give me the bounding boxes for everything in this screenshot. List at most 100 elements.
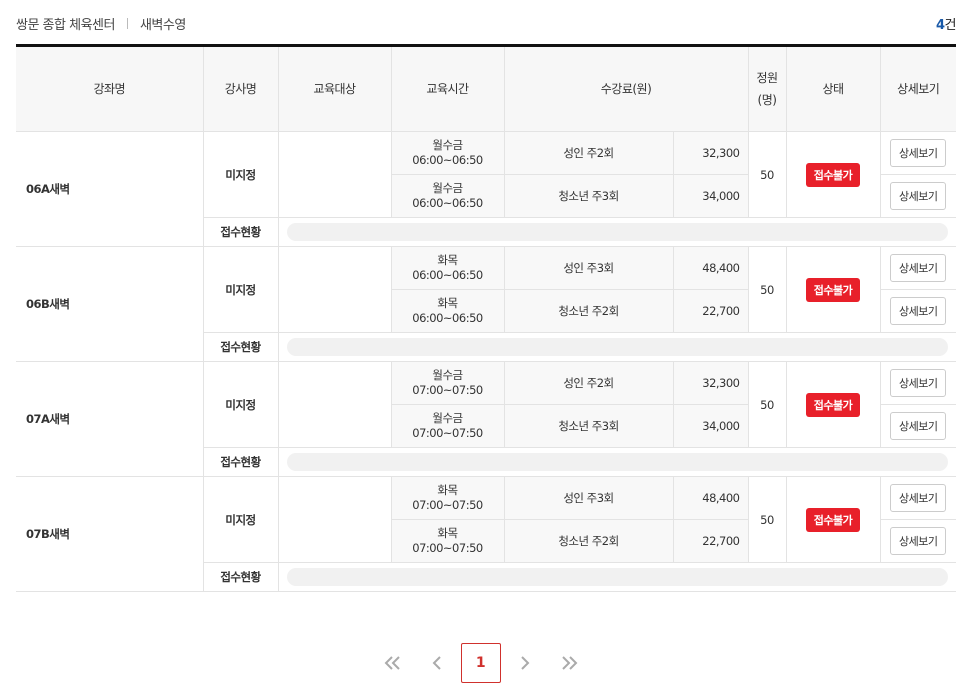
chevron-left-icon[interactable] <box>417 643 457 683</box>
schedule-days: 월수금 <box>432 411 463 425</box>
detail-button[interactable]: 상세보기 <box>890 412 947 440</box>
progress-bar <box>286 453 948 471</box>
detail-button[interactable]: 상세보기 <box>890 297 947 325</box>
fee-amount: 32,300 <box>672 131 748 175</box>
progress-bar <box>286 568 948 586</box>
schedule-time: 07:00~07:50 <box>412 498 483 512</box>
detail-button[interactable]: 상세보기 <box>890 527 947 555</box>
schedule-time: 07:00~07:50 <box>412 383 483 397</box>
schedule-days: 화목 <box>437 296 458 310</box>
detail-cell: 상세보기 <box>879 289 956 333</box>
schedule-time: 07:00~07:50 <box>412 541 483 555</box>
fee-name: 청소년 주3회 <box>503 404 673 448</box>
detail-button[interactable]: 상세보기 <box>890 369 947 397</box>
fee-name: 청소년 주2회 <box>503 519 673 563</box>
fee-amount: 34,000 <box>672 404 748 448</box>
result-count: 4건 <box>935 14 957 33</box>
schedule-time: 07:00~07:50 <box>412 426 483 440</box>
course-name: 06B새벽 <box>16 246 203 362</box>
detail-cell: 상세보기 <box>879 476 956 520</box>
header-course: 강좌명 <box>16 45 203 132</box>
status-badge: 접수불가 <box>805 507 861 532</box>
fee-amount: 22,700 <box>672 289 748 333</box>
schedule-time: 06:00~06:50 <box>412 153 483 167</box>
double-chevron-left-icon[interactable] <box>373 643 413 683</box>
detail-button[interactable]: 상세보기 <box>890 484 947 512</box>
instructor-name: 미지정 <box>202 131 278 218</box>
capacity-value: 50 <box>747 361 786 448</box>
schedule-cell: 화목 06:00~06:50 <box>390 246 504 290</box>
fee-name: 성인 주3회 <box>503 476 673 520</box>
fee-name: 성인 주2회 <box>503 131 673 175</box>
schedule-days: 월수금 <box>432 181 463 195</box>
page-current[interactable]: 1 <box>460 643 501 683</box>
schedule-time: 06:00~06:50 <box>412 311 483 325</box>
pagination: 1 <box>0 643 961 683</box>
schedule-days: 화목 <box>437 483 458 497</box>
progress-label: 접수현황 <box>202 447 278 477</box>
target-cell <box>277 246 391 333</box>
breadcrumb: 쌍문 종합 체육센터 새벽수영 4건 <box>16 13 957 33</box>
header-time: 교육시간 <box>390 45 504 132</box>
fee-name: 청소년 주3회 <box>503 174 673 218</box>
status-cell: 접수불가 <box>785 246 880 333</box>
status-cell: 접수불가 <box>785 476 880 563</box>
chevron-right-icon[interactable] <box>505 643 545 683</box>
result-count-number: 4 <box>935 17 945 33</box>
schedule-cell: 월수금 06:00~06:50 <box>390 174 504 218</box>
detail-cell: 상세보기 <box>879 174 956 218</box>
instructor-name: 미지정 <box>202 246 278 333</box>
capacity-value: 50 <box>747 476 786 563</box>
status-cell: 접수불가 <box>785 361 880 448</box>
schedule-cell: 화목 06:00~06:50 <box>390 289 504 333</box>
progress-label: 접수현황 <box>202 217 278 247</box>
target-cell <box>277 476 391 563</box>
detail-cell: 상세보기 <box>879 519 956 563</box>
schedule-days: 월수금 <box>432 138 463 152</box>
detail-cell: 상세보기 <box>879 404 956 448</box>
detail-button[interactable]: 상세보기 <box>890 139 947 167</box>
progress-cell <box>277 332 956 362</box>
header-instructor: 강사명 <box>202 45 278 132</box>
status-badge: 접수불가 <box>805 277 861 302</box>
status-cell: 접수불가 <box>785 131 880 218</box>
double-chevron-right-icon[interactable] <box>549 643 589 683</box>
target-cell <box>277 131 391 218</box>
schedule-time: 06:00~06:50 <box>412 196 483 210</box>
breadcrumb-center[interactable]: 쌍문 종합 체육센터 <box>16 14 115 33</box>
schedule-days: 화목 <box>437 253 458 267</box>
target-cell <box>277 361 391 448</box>
progress-bar <box>286 223 948 241</box>
detail-cell: 상세보기 <box>879 131 956 175</box>
instructor-name: 미지정 <box>202 476 278 563</box>
schedule-cell: 월수금 06:00~06:50 <box>390 131 504 175</box>
instructor-name: 미지정 <box>202 361 278 448</box>
course-name: 07A새벽 <box>16 361 203 477</box>
capacity-value: 50 <box>747 246 786 333</box>
fee-amount: 22,700 <box>672 519 748 563</box>
progress-cell <box>277 447 956 477</box>
detail-cell: 상세보기 <box>879 361 956 405</box>
fee-name: 성인 주2회 <box>503 361 673 405</box>
progress-cell <box>277 562 956 592</box>
progress-label: 접수현황 <box>202 332 278 362</box>
course-table: 강좌명 강사명 교육대상 교육시간 수강료(원) 정원 (명) 상태 상세보기 0… <box>16 44 956 592</box>
capacity-value: 50 <box>747 131 786 218</box>
detail-button[interactable]: 상세보기 <box>890 254 947 282</box>
breadcrumb-program: 새벽수영 <box>139 17 186 33</box>
table-row: 06A새벽 미지정 월수금 06:00~06:50 성인 주2회 32,300 5… <box>16 131 956 247</box>
schedule-days: 화목 <box>437 526 458 540</box>
header-capacity-line1: 정원 <box>756 71 778 85</box>
header-detail: 상세보기 <box>879 45 956 132</box>
fee-amount: 48,400 <box>672 246 748 290</box>
schedule-cell: 화목 07:00~07:50 <box>390 476 504 520</box>
detail-button[interactable]: 상세보기 <box>890 182 947 210</box>
status-badge: 접수불가 <box>805 162 861 187</box>
result-count-unit: 건 <box>944 17 957 33</box>
table-header-row: 강좌명 강사명 교육대상 교육시간 수강료(원) 정원 (명) 상태 상세보기 <box>16 45 956 132</box>
schedule-days: 월수금 <box>432 368 463 382</box>
header-status: 상태 <box>785 45 880 132</box>
detail-cell: 상세보기 <box>879 246 956 290</box>
course-name: 06A새벽 <box>16 131 203 247</box>
schedule-cell: 화목 07:00~07:50 <box>390 519 504 563</box>
